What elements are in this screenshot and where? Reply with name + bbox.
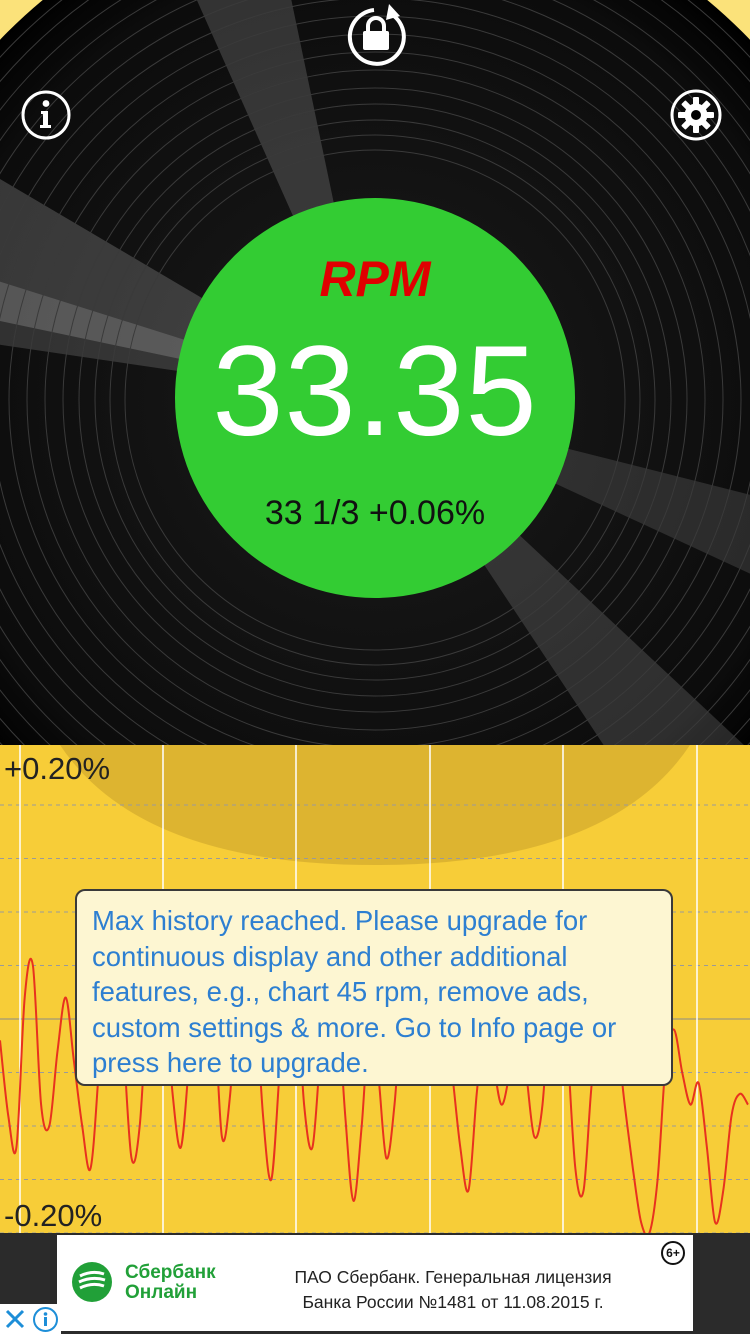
ad-info-icon[interactable] xyxy=(32,1306,59,1333)
sberbank-logo-icon xyxy=(72,1262,112,1302)
rpm-label: RPM xyxy=(319,251,431,307)
ad-brand-line2: Онлайн xyxy=(125,1282,198,1303)
upgrade-prompt[interactable]: Max history reached. Please upgrade for … xyxy=(75,889,673,1086)
ad-banner[interactable]: Сбербанк Онлайн ПАО Сбербанк. Генеральна… xyxy=(57,1235,693,1331)
ad-text-line2: Банка России №1481 от 11.08.2015 г. xyxy=(302,1292,604,1312)
age-rating-badge: 6+ xyxy=(661,1241,685,1265)
rpm-display: RPM 33.35 33 1/3 +0.06% xyxy=(175,198,575,598)
rpm-deviation: 33 1/3 +0.06% xyxy=(264,494,486,532)
y-min-label: -0.20% xyxy=(4,1198,103,1233)
ad-brand: Сбербанк Онлайн xyxy=(125,1263,216,1303)
turntable-area: RPM 33.35 33 1/3 +0.06% xyxy=(0,0,750,745)
y-max-label: +0.20% xyxy=(4,751,111,786)
ad-brand-line1: Сбербанк xyxy=(125,1262,216,1283)
close-icon[interactable] xyxy=(2,1306,28,1332)
info-icon[interactable] xyxy=(20,89,72,141)
gear-icon[interactable] xyxy=(669,88,723,142)
rotation-lock-icon[interactable] xyxy=(342,2,410,68)
ad-text-line1: ПАО Сбербанк. Генеральная лицензия xyxy=(294,1267,612,1287)
ad-bar: Сбербанк Онлайн ПАО Сбербанк. Генеральна… xyxy=(0,1233,750,1334)
ad-controls xyxy=(0,1304,61,1334)
rpm-value: 33.35 xyxy=(212,320,538,463)
ad-text: ПАО Сбербанк. Генеральная лицензия Банка… xyxy=(249,1265,657,1315)
